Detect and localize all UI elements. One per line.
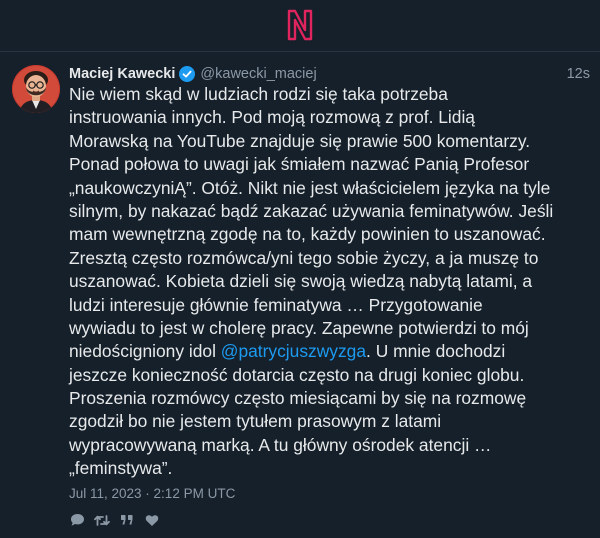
tweet-text-line: silnym, by nakazać bądź zakazać używania… <box>69 200 554 221</box>
tweet-text: Nie wiem skąd w ludziach rodzi się taka … <box>69 83 597 481</box>
like-icon <box>145 514 159 526</box>
avatar-image <box>12 65 60 113</box>
author-handle[interactable]: @kawecki_maciej <box>200 66 316 82</box>
tweet-text-line: zgodził bo nie jestem tytułem prasowym z… <box>69 411 442 432</box>
tweet-text-segment: . U mnie dochodzi <box>366 341 506 362</box>
tweet-text-line: Nie wiem skąd w ludziach rodzi się taka … <box>69 84 448 104</box>
reply-button[interactable] <box>69 512 85 528</box>
quote-button[interactable] <box>119 512 135 528</box>
tweet-time-ago[interactable]: 12s <box>567 66 590 82</box>
tweet-text-line: wywiadu to jest w cholerę pracy. Zapewne… <box>69 317 529 338</box>
tweet-text-line: Zresztą często rozmówca/yni tego sobie ż… <box>69 247 539 268</box>
tweet-timestamp[interactable]: Jul 11, 2023 · 2:12 PM UTC <box>69 486 235 501</box>
tweet-text-line: Morawską na YouTube znajduje się prawie … <box>69 130 531 151</box>
verified-badge-icon <box>179 66 196 82</box>
tweet-text-line: mam wewnętrzną zgodę na to, każdy powini… <box>69 224 546 245</box>
tweet-text-line: instruowania innych. Pod moją rozmową z … <box>69 107 475 128</box>
tweet-text-line: ludzi interesuje głównie feminatywa … Pr… <box>69 294 483 315</box>
tweet-card[interactable]: Maciej Kawecki @kawecki_maciej 12s Nie w… <box>0 52 600 538</box>
tweet-text-line: wypracowywaną marką. A tu główny ośrodek… <box>69 434 492 455</box>
retweet-icon <box>94 514 110 526</box>
tweet-text-segment: niedościgniony idol <box>69 341 221 362</box>
tweet-text-line: niedościgniony idol @patrycjuszwyzga. U … <box>69 340 597 363</box>
nitter-logo-icon[interactable] <box>284 8 316 42</box>
tweet-actions <box>69 512 169 528</box>
tweet-text-line: Ponad połowa to uwagi jak śmiałem nazwać… <box>69 154 530 175</box>
tweet-text-line: „feminstywa”. <box>69 458 173 479</box>
comment-icon <box>70 514 84 526</box>
mention-link[interactable]: @patrycjuszwyzga <box>221 341 366 361</box>
tweet-text-line: Proszenia rozmówcy często miesiącami by … <box>69 388 527 409</box>
tweet-header: Maciej Kawecki @kawecki_maciej 12s <box>69 63 590 85</box>
tweet-text-line: jeszcze konieczność dotarcia często na d… <box>69 364 525 385</box>
tweet-text-line: uszanować. Kobieta dzieli się swoją wied… <box>69 271 533 292</box>
like-button[interactable] <box>144 512 160 528</box>
author-name[interactable]: Maciej Kawecki <box>69 66 175 82</box>
quote-icon <box>121 515 133 525</box>
retweet-button[interactable] <box>94 512 110 528</box>
tweet-text-line: „naukowczyniĄ”. Otóż. Nikt nie jest właś… <box>69 177 551 198</box>
avatar[interactable] <box>12 65 60 113</box>
